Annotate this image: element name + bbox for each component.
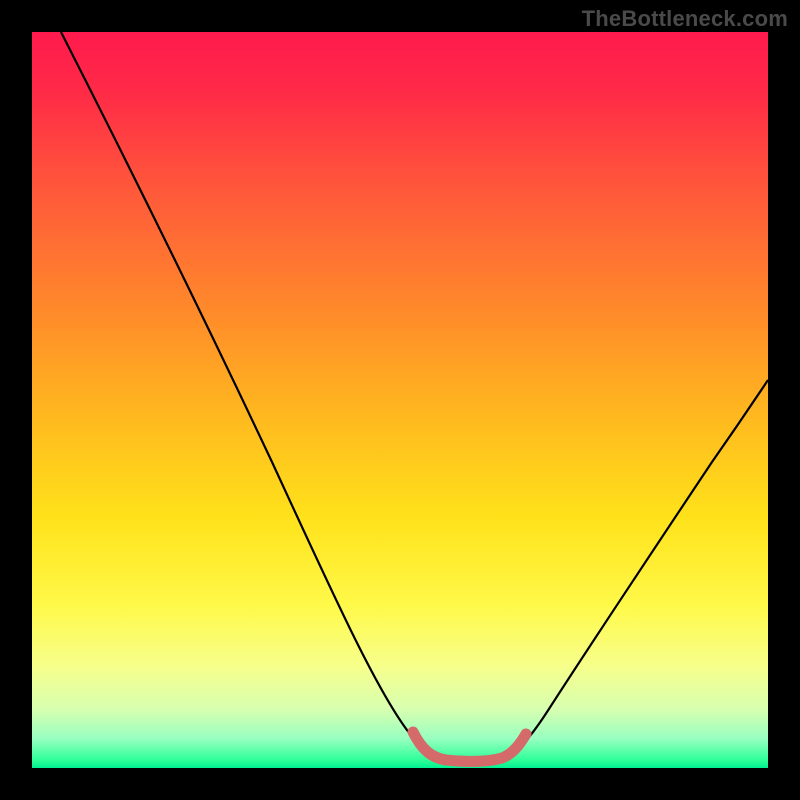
curve-layer: [32, 32, 768, 768]
marker-dot-left: [408, 727, 418, 737]
chart-frame: TheBottleneck.com: [0, 0, 800, 800]
optimal-zone-marker: [413, 732, 526, 761]
watermark-text: TheBottleneck.com: [582, 6, 788, 32]
marker-dot-right: [521, 729, 531, 739]
plot-area: [32, 32, 768, 768]
bottleneck-curve: [61, 32, 768, 761]
